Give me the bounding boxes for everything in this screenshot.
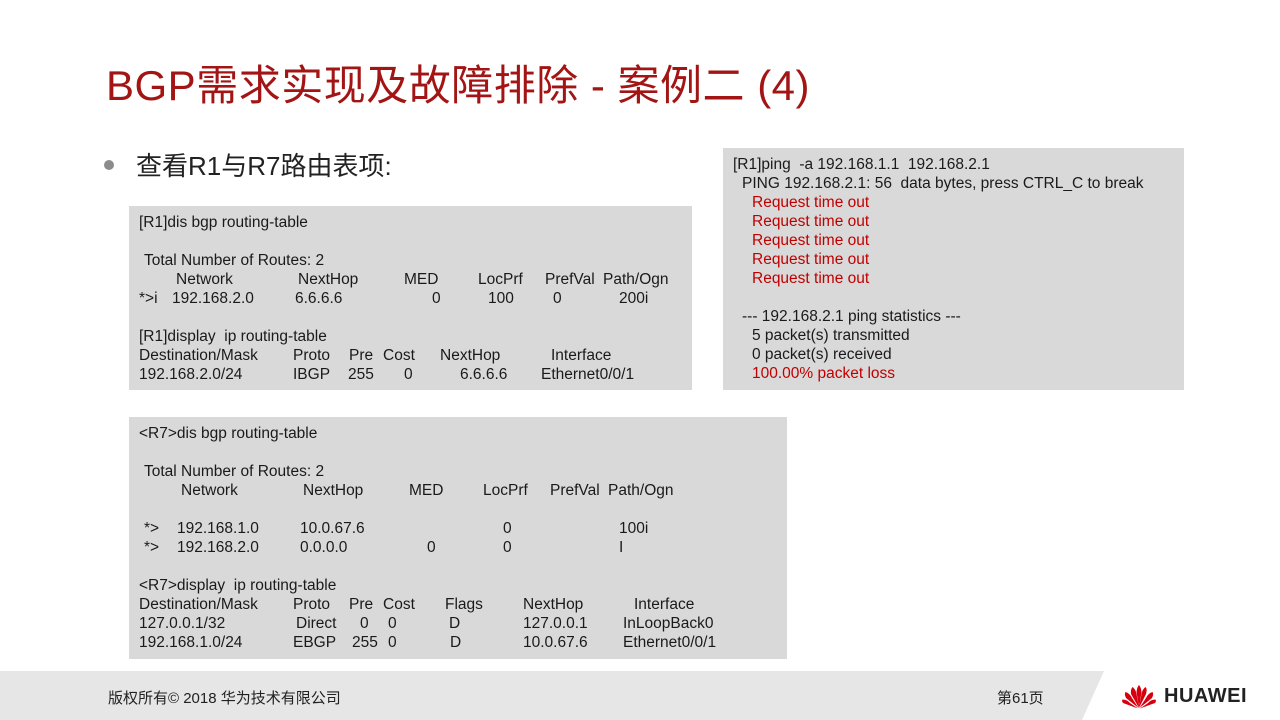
r1-total-routes: Total Number of Routes: 2 (144, 252, 325, 269)
r1-ip-row: 192.168.2.0/24 IBGP 255 0 6.6.6.6 Ethern… (139, 366, 635, 383)
ping-received: 0 packet(s) received (752, 346, 892, 363)
r7-bgp-header: Network NextHop MED LocPrf PrefVal Path/… (181, 482, 674, 499)
r1-ip-header: Destination/Mask Proto Pre Cost NextHop … (139, 347, 612, 364)
r1-bgp-row: *>i 192.168.2.0 6.6.6.6 0 100 0 200i (139, 290, 649, 307)
timeout-line: Request time out (752, 232, 870, 249)
ping-line: PING 192.168.2.1: 56 data bytes, press C… (742, 175, 1144, 192)
ping-transmitted: 5 packet(s) transmitted (752, 327, 910, 344)
bullet-item: 查看R1与R7路由表项: (104, 146, 392, 183)
bullet-dot-icon (104, 159, 114, 170)
r7-bgp-command: <R7>dis bgp routing-table (139, 425, 318, 442)
r7-ip-command: <R7>display ip routing-table (139, 577, 337, 594)
timeout-line: Request time out (752, 213, 870, 230)
r7-bgp-row: *> 192.168.1.0 10.0.67.6 0 100i (144, 520, 649, 537)
r7-ip-row: 192.168.1.0/24 EBGP 255 0 D 10.0.67.6 Et… (139, 634, 717, 651)
timeout-line: Request time out (752, 251, 870, 268)
ping-loss: 100.00% packet loss (752, 365, 896, 382)
ping-stats-title: --- 192.168.2.1 ping statistics --- (742, 308, 961, 325)
footer-copyright: 版权所有© 2018 华为技术有限公司 (108, 690, 341, 707)
huawei-logo: HUAWEI (1120, 682, 1247, 710)
ping-command: [R1]ping -a 192.168.1.1 192.168.2.1 (733, 156, 990, 173)
r1-routing-table-box: [R1]dis bgp routing-table Total Number o… (129, 206, 692, 390)
r7-ip-header: Destination/Mask Proto Pre Cost Flags Ne… (139, 596, 695, 613)
r7-ip-row: 127.0.0.1/32 Direct 0 0 D 127.0.0.1 InLo… (139, 615, 714, 632)
r1-ip-command: [R1]display ip routing-table (139, 328, 327, 345)
timeout-line: Request time out (752, 194, 870, 211)
bullet-text: 查看R1与R7路由表项: (136, 151, 392, 181)
timeout-line: Request time out (752, 270, 870, 287)
r1-bgp-command: [R1]dis bgp routing-table (139, 214, 308, 231)
huawei-flower-icon (1122, 685, 1156, 709)
logo-text: HUAWEI (1164, 684, 1247, 707)
ping-result-box: [R1]ping -a 192.168.1.1 192.168.2.1 PING… (723, 148, 1184, 390)
r7-bgp-row: *> 192.168.2.0 0.0.0.0 0 0 I (144, 539, 624, 556)
r7-total-routes: Total Number of Routes: 2 (144, 463, 325, 480)
r1-bgp-header: Network NextHop MED LocPrf PrefVal Path/… (176, 271, 669, 288)
footer-page-number: 第61页 (997, 690, 1044, 707)
footer-bar: 版权所有© 2018 华为技术有限公司 第61页 (0, 671, 1280, 720)
r7-routing-table-box: <R7>dis bgp routing-table Total Number o… (129, 417, 787, 659)
page-title: BGP需求实现及故障排除 - 案例二 (4) (106, 62, 811, 109)
